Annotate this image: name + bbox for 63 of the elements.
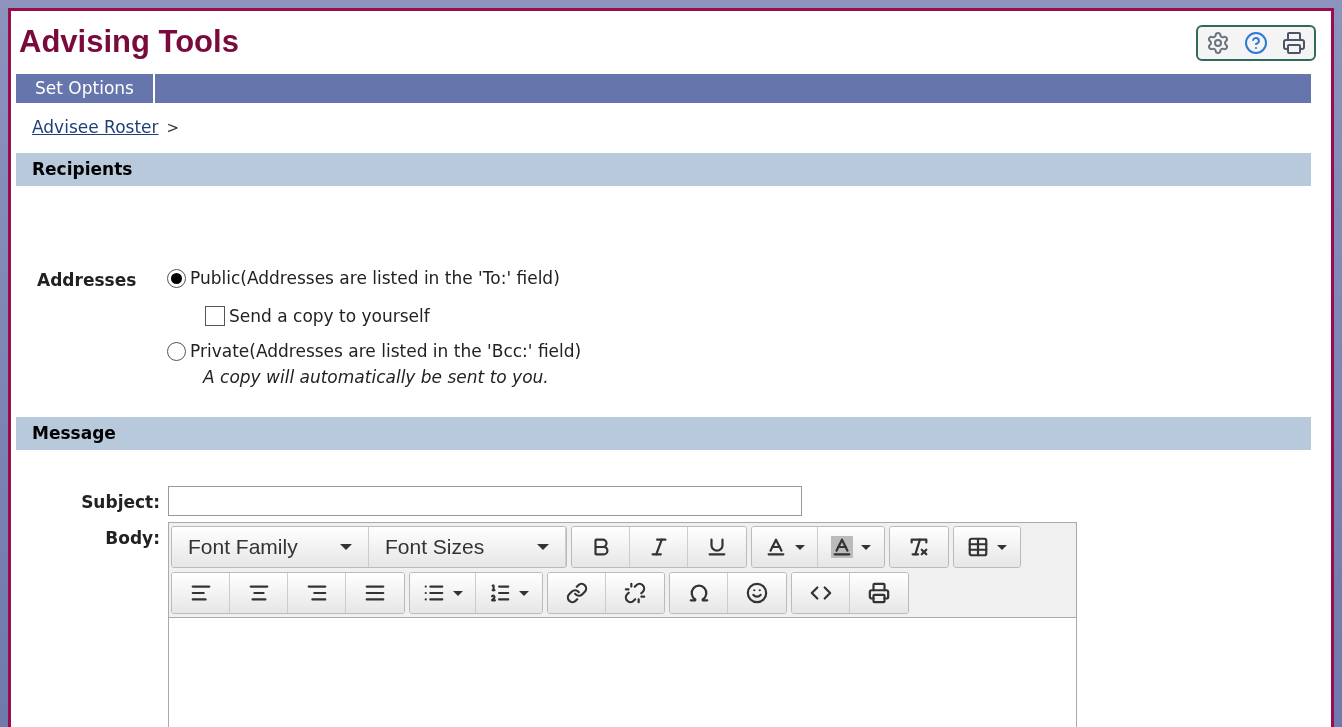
- field-label: Body:: [104, 527, 160, 550]
- note-text: A copy will automatically be sent to you.: [201, 365, 550, 389]
- italic-button[interactable]: [630, 527, 688, 567]
- highlight-color-button[interactable]: [818, 527, 884, 567]
- field-label: Addresses: [37, 269, 138, 292]
- underline-button[interactable]: [688, 527, 746, 567]
- link-button[interactable]: [548, 573, 606, 613]
- table-button[interactable]: [954, 527, 1020, 567]
- subject-field[interactable]: [168, 486, 802, 516]
- page-title: Advising Tools: [19, 23, 239, 62]
- caret-icon: [340, 544, 352, 550]
- radio-button[interactable]: [167, 269, 186, 289]
- breadcrumb-link[interactable]: Advisee Roster: [32, 115, 159, 141]
- align-center-button[interactable]: [230, 573, 288, 613]
- unlink-icon: [624, 582, 646, 604]
- radio-label: Private(Addresses are listed in the 'Bcc:' field): [190, 340, 582, 363]
- numbered-list-button[interactable]: [476, 573, 542, 613]
- clear-format-button[interactable]: [890, 527, 948, 567]
- smiley-icon: [746, 582, 768, 604]
- caret-icon: [794, 544, 805, 550]
- highlight-color-icon: [831, 536, 853, 558]
- radio-button[interactable]: [167, 342, 186, 362]
- checkbox-label: Send a copy to yourself: [229, 304, 430, 328]
- radio-label: Public(Addresses are listed in the 'To:' field): [190, 267, 560, 290]
- align-right-button[interactable]: [288, 573, 346, 613]
- dropdown-button[interactable]: Font Family: [172, 527, 369, 567]
- unlink-button[interactable]: [606, 573, 664, 613]
- printer-button[interactable]: [850, 573, 908, 613]
- bullet-list-icon: [422, 582, 445, 604]
- align-right-icon: [305, 582, 328, 604]
- settings-icon[interactable]: [1206, 30, 1230, 55]
- omega-icon: [687, 582, 710, 604]
- caret-icon: [452, 590, 463, 596]
- caret-icon: [519, 590, 529, 596]
- printer-icon[interactable]: [1282, 30, 1306, 55]
- field-label: Subject:: [80, 491, 160, 514]
- omega-button[interactable]: [670, 573, 728, 613]
- bullet-list-button[interactable]: [410, 573, 476, 613]
- link-icon: [565, 582, 588, 604]
- caret-icon: [537, 544, 549, 550]
- align-left-button[interactable]: [172, 573, 230, 613]
- menu-item[interactable]: Set Options: [16, 74, 155, 103]
- breadcrumb-separator: >: [166, 117, 180, 139]
- underline-icon: [706, 536, 728, 558]
- text-color-button[interactable]: [752, 527, 818, 567]
- checkbox[interactable]: [205, 306, 225, 327]
- justify-icon: [364, 582, 386, 604]
- smiley-button[interactable]: [728, 573, 786, 613]
- code-button[interactable]: [792, 573, 850, 613]
- align-center-icon: [247, 582, 270, 604]
- section-header: Recipients: [16, 153, 1311, 186]
- printer-icon: [868, 582, 890, 604]
- align-left-icon: [189, 582, 212, 604]
- help-icon[interactable]: [1244, 30, 1268, 55]
- caret-icon: [861, 544, 871, 550]
- bold-button[interactable]: [572, 527, 630, 567]
- clear-format-icon: [908, 536, 930, 558]
- numbered-list-icon: [489, 582, 511, 604]
- dropdown-button[interactable]: Font Sizes: [369, 527, 566, 567]
- caret-icon: [997, 544, 1007, 550]
- justify-button[interactable]: [346, 573, 404, 613]
- table-icon: [967, 536, 989, 558]
- section-header: Message: [16, 417, 1311, 450]
